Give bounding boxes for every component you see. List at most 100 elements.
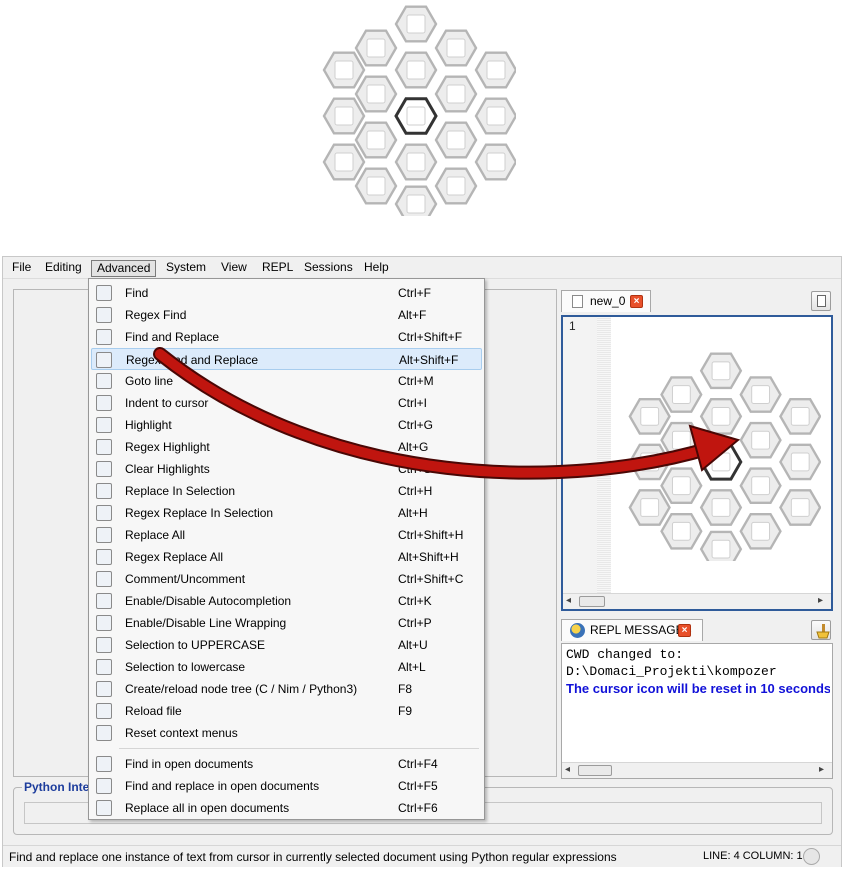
menu-item[interactable]: Reload file F9 bbox=[91, 700, 482, 722]
hex-glyph bbox=[334, 106, 354, 126]
menu-item[interactable]: Selection to UPPERCASE Alt+U bbox=[91, 634, 482, 656]
menu-item-shortcut: Alt+Shift+F bbox=[399, 353, 459, 367]
menu-item[interactable]: Enable/Disable Line Wrapping Ctrl+P bbox=[91, 612, 482, 634]
tab-label: REPL MESSAGES bbox=[590, 623, 692, 637]
menu-item-shortcut: F9 bbox=[398, 704, 413, 718]
hex-glyph bbox=[671, 476, 691, 496]
menu-item-shortcut: Ctrl+F4 bbox=[398, 757, 438, 771]
menu-file[interactable]: File bbox=[7, 260, 36, 277]
fold-margin bbox=[597, 317, 611, 593]
hex-glyph bbox=[640, 406, 660, 426]
menu-item[interactable]: Replace All Ctrl+Shift+H bbox=[91, 524, 482, 546]
menu-item-shortcut: Ctrl+F6 bbox=[398, 801, 438, 815]
hex-glyph bbox=[486, 106, 506, 126]
menu-repl[interactable]: REPL bbox=[257, 260, 298, 277]
hex-glyph bbox=[751, 430, 771, 450]
hex-glyph bbox=[446, 130, 466, 150]
repl-output[interactable]: CWD changed to: D:\Domaci_Projekti\kompo… bbox=[561, 643, 833, 779]
find-replace-open-docs-icon bbox=[96, 778, 112, 794]
menu-item-label: Find in open documents bbox=[125, 757, 254, 771]
menu-item[interactable]: Reset context menus bbox=[91, 722, 482, 744]
tab-new-0[interactable]: new_0 × bbox=[561, 290, 651, 312]
statusbar: Find and replace one instance of text fr… bbox=[3, 845, 841, 867]
editor-horizontal-scrollbar[interactable]: ◂ ▸ bbox=[563, 593, 831, 609]
menu-item[interactable]: Regex Replace All Alt+Shift+H bbox=[91, 546, 482, 568]
regex-replace-selection-icon bbox=[96, 505, 112, 521]
menu-item[interactable]: Replace In Selection Ctrl+H bbox=[91, 480, 482, 502]
menu-item[interactable]: Regex Highlight Alt+G bbox=[91, 436, 482, 458]
menu-item[interactable]: Goto line Ctrl+M bbox=[91, 370, 482, 392]
tab-repl-messages[interactable]: REPL MESSAGES × bbox=[561, 619, 703, 641]
menu-item[interactable]: Find and Replace Ctrl+Shift+F bbox=[91, 326, 482, 348]
menu-item[interactable]: Selection to lowercase Alt+L bbox=[91, 656, 482, 678]
menu-item[interactable]: Clear Highlights Ctrl+Shift+G bbox=[91, 458, 482, 480]
line-wrap-icon bbox=[96, 615, 112, 631]
menu-editing[interactable]: Editing bbox=[40, 260, 87, 277]
clear-highlights-icon bbox=[96, 461, 112, 477]
menu-item-label: Goto line bbox=[125, 374, 174, 388]
hex-glyph bbox=[446, 176, 466, 196]
menu-item[interactable]: Find Ctrl+F bbox=[91, 282, 482, 304]
menu-item[interactable]: Enable/Disable Autocompletion Ctrl+K bbox=[91, 590, 482, 612]
comment-icon bbox=[96, 571, 112, 587]
document-icon bbox=[572, 295, 583, 308]
hex-glyph bbox=[406, 60, 426, 80]
hex-glyph bbox=[711, 498, 731, 517]
menu-item-shortcut: Alt+U bbox=[398, 638, 428, 652]
regex-replace-all-icon bbox=[96, 549, 112, 565]
menu-item[interactable]: Regex Find and Replace Alt+Shift+F bbox=[91, 348, 482, 370]
advanced-menu-dropdown: Find Ctrl+F Regex Find Alt+F Find and Replac… bbox=[88, 278, 485, 820]
menu-item[interactable]: Comment/Uncomment Ctrl+Shift+C bbox=[91, 568, 482, 590]
editor-corner-button[interactable] bbox=[811, 291, 831, 311]
regex-find-icon bbox=[96, 307, 112, 323]
menu-item[interactable]: Find and replace in open documents Ctrl+F… bbox=[91, 775, 482, 797]
menu-item-label: Enable/Disable Line Wrapping bbox=[125, 616, 287, 630]
menu-item[interactable]: Replace all in open documents Ctrl+F6 bbox=[91, 797, 482, 819]
menu-item-shortcut: Ctrl+I bbox=[398, 396, 428, 410]
clear-repl-button[interactable] bbox=[811, 620, 831, 640]
menu-item[interactable]: Regex Find Alt+F bbox=[91, 304, 482, 326]
menu-item[interactable]: Create/reload node tree (C / Nim / Pytho… bbox=[91, 678, 482, 700]
hex-glyph bbox=[790, 406, 810, 426]
hex-glyph bbox=[406, 14, 426, 34]
scroll-left-icon[interactable]: ◂ bbox=[565, 764, 570, 775]
find-replace-icon bbox=[96, 329, 112, 345]
highlight-icon bbox=[96, 417, 112, 433]
menu-item-shortcut: Ctrl+P bbox=[398, 616, 432, 630]
menu-sessions[interactable]: Sessions bbox=[299, 260, 358, 277]
menu-system[interactable]: System bbox=[161, 260, 211, 277]
menu-item-label: Find and replace in open documents bbox=[125, 779, 320, 793]
menu-item[interactable]: Indent to cursor Ctrl+I bbox=[91, 392, 482, 414]
scroll-left-icon[interactable]: ◂ bbox=[566, 595, 571, 606]
repl-horizontal-scrollbar[interactable]: ◂ ▸ bbox=[562, 762, 832, 778]
menu-item[interactable]: Highlight Ctrl+G bbox=[91, 414, 482, 436]
menu-item-shortcut: Ctrl+Shift+H bbox=[398, 528, 464, 542]
hex-glyph bbox=[751, 385, 771, 404]
scrollbar-thumb[interactable] bbox=[579, 596, 605, 607]
menu-item[interactable]: Find in open documents Ctrl+F4 bbox=[91, 753, 482, 775]
replace-selection-icon bbox=[96, 483, 112, 499]
line-number-gutter: 1 bbox=[563, 317, 597, 593]
editor-frame[interactable]: 1 ◂ ▸ bbox=[561, 315, 833, 611]
find-icon bbox=[96, 285, 112, 301]
menu-advanced[interactable]: Advanced bbox=[91, 260, 157, 277]
status-message: Find and replace one instance of text fr… bbox=[9, 850, 617, 864]
menu-item-shortcut: Ctrl+M bbox=[398, 374, 434, 388]
scroll-right-icon[interactable]: ▸ bbox=[819, 764, 824, 775]
menu-item[interactable]: Regex Replace In Selection Alt+H bbox=[91, 502, 482, 524]
python-icon bbox=[570, 623, 585, 638]
close-icon[interactable]: × bbox=[678, 624, 691, 637]
menu-item-label: Regex Replace All bbox=[125, 550, 224, 564]
close-icon[interactable]: × bbox=[630, 295, 643, 308]
scroll-right-icon[interactable]: ▸ bbox=[818, 595, 823, 606]
menu-item-label: Reset context menus bbox=[125, 726, 238, 740]
scrollbar-thumb[interactable] bbox=[578, 765, 612, 776]
hexagon-cells bbox=[322, 5, 516, 216]
find-open-docs-icon bbox=[96, 756, 112, 772]
repl-line: D:\Domaci_Projekti\kompozer bbox=[566, 664, 777, 679]
menu-item-label: Regex Highlight bbox=[125, 440, 210, 454]
menu-view[interactable]: View bbox=[216, 260, 252, 277]
hex-glyph bbox=[406, 152, 426, 172]
hex-glyph bbox=[366, 176, 386, 196]
menu-help[interactable]: Help bbox=[359, 260, 394, 277]
